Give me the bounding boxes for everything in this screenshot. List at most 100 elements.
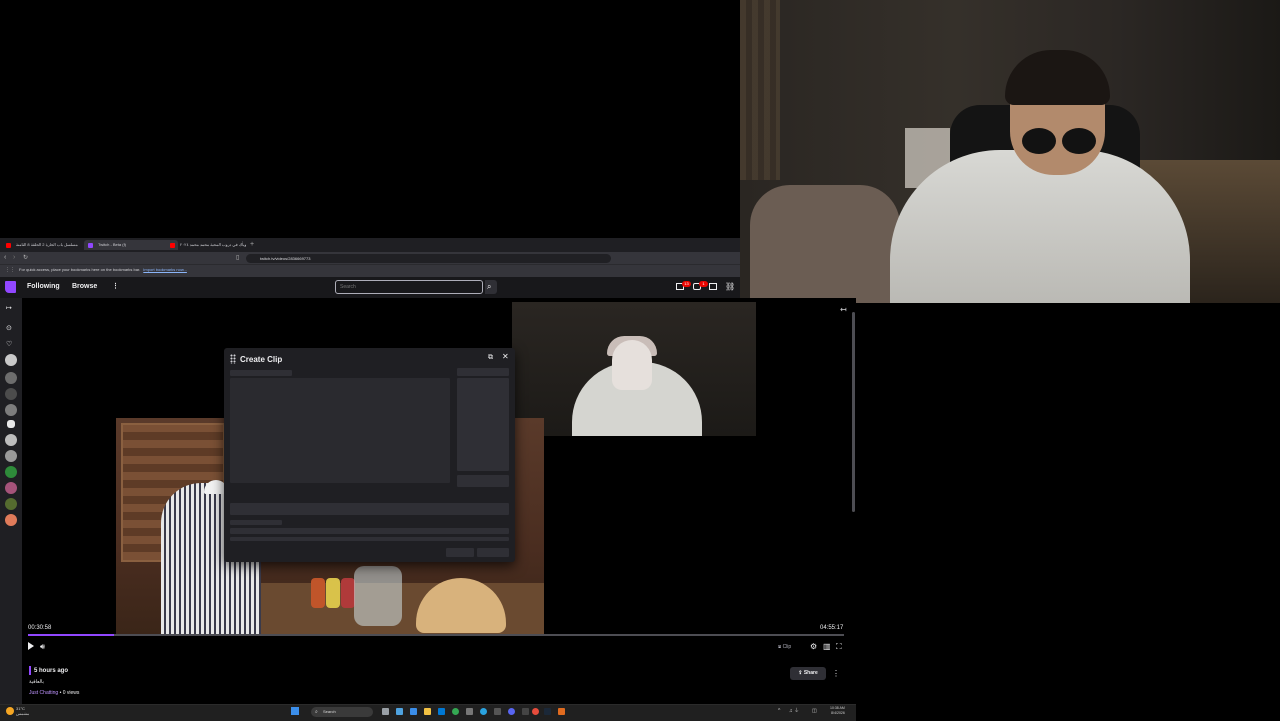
edge-icon[interactable] [410, 708, 417, 715]
app-icon[interactable] [438, 708, 445, 715]
twitch-logo-icon[interactable] [5, 281, 16, 293]
reload-icon[interactable]: ↻ [23, 253, 28, 263]
weather-widget[interactable]: 31°C مشمس [16, 706, 29, 716]
vod-webcam-face [612, 340, 652, 390]
chrome-icon[interactable] [452, 708, 459, 715]
theatre-mode-icon[interactable]: ▥ [823, 642, 831, 652]
browser-tab-strip: مسلسل باب الحارة 2 الحلقة 8 الثامنة Twit… [0, 238, 740, 252]
drag-handle-icon[interactable] [230, 354, 236, 364]
discord-icon[interactable] [508, 708, 515, 715]
heart-icon[interactable]: ♡ [6, 340, 12, 348]
seek-bar[interactable] [28, 634, 844, 636]
clip-button[interactable]: ⧈ Clip [778, 642, 791, 652]
video-camera-icon[interactable] [7, 420, 15, 428]
video-title: بالعافية [29, 679, 44, 685]
tray-icons[interactable]: ♫ ⏚ [789, 707, 799, 716]
channel-avatar[interactable] [5, 372, 17, 384]
youtube-icon [170, 243, 175, 248]
app-icon[interactable] [522, 708, 529, 715]
bookmarks-hint: For quick access, place your bookmarks h… [19, 267, 187, 272]
new-tab-button[interactable]: + [250, 238, 254, 252]
category-link[interactable]: Just Chatting [29, 690, 58, 696]
expand-rail-icon[interactable]: ↦ [6, 304, 12, 312]
telegram-icon[interactable] [480, 708, 487, 715]
import-bookmarks-link[interactable]: Import bookmarks now... [143, 267, 187, 272]
youtube-icon [6, 243, 11, 248]
search-input[interactable] [340, 281, 476, 293]
clip-title-field-placeholder [230, 503, 509, 515]
share-button[interactable]: ⇪ Share [790, 667, 826, 680]
search-icon: ⌕ [487, 282, 492, 291]
nav-more-icon[interactable]: ⋮ [112, 281, 119, 293]
clip-skeleton [446, 548, 474, 557]
streamer-webcam [740, 0, 1280, 303]
channel-avatar[interactable] [5, 498, 17, 510]
back-icon[interactable]: ‹ [4, 253, 6, 263]
whispers-icon[interactable] [709, 283, 717, 290]
nav-following[interactable]: Following [27, 281, 60, 293]
channel-avatar[interactable] [5, 404, 17, 416]
weather-icon[interactable] [6, 707, 14, 715]
browser-tab-1[interactable]: مسلسل باب الحارة 2 الحلقة 8 الثامنة [2, 240, 96, 250]
glass-jar [354, 566, 402, 626]
clip-preview-placeholder [230, 378, 450, 483]
search-box [335, 280, 483, 294]
task-view-icon[interactable] [382, 708, 389, 715]
volume-icon[interactable]: 🔊︎ [40, 642, 45, 652]
clip-skeleton [457, 368, 509, 376]
close-modal-button[interactable]: ✕ [502, 352, 509, 362]
notifications-icon[interactable]: 1 [693, 281, 708, 290]
browser-tab-2[interactable]: Twitch - Beta (f) × [84, 240, 178, 250]
app-icon[interactable] [396, 708, 403, 715]
tray-chevron-icon[interactable]: ^ [778, 707, 780, 716]
address-bar-url: twitch.tv/videos/2836669773 [260, 256, 311, 261]
channel-avatar[interactable] [5, 482, 17, 494]
avatar[interactable]: ⛓ [725, 281, 735, 293]
obs-icon[interactable] [532, 708, 539, 715]
channel-avatar[interactable] [5, 450, 17, 462]
recommended-icon[interactable]: ⊙ [6, 324, 12, 332]
brave-icon[interactable] [558, 708, 565, 715]
channel-avatar[interactable] [5, 434, 17, 446]
bottle [341, 578, 355, 608]
network-icon[interactable]: ◫ [812, 707, 817, 716]
video-info [22, 660, 856, 704]
channel-avatar[interactable] [5, 388, 17, 400]
bottle [326, 578, 340, 608]
more-options-icon[interactable]: ⋮ [832, 667, 840, 680]
play-button[interactable] [28, 642, 34, 650]
view-count: • 0 views [58, 690, 80, 696]
clip-skeleton [230, 370, 292, 376]
channel-avatar[interactable] [5, 514, 17, 526]
page-scrollbar[interactable] [852, 312, 855, 512]
clip-skeleton [457, 378, 509, 471]
search-button[interactable]: ⌕ [485, 280, 497, 294]
popout-icon[interactable]: ⧉ [488, 353, 493, 363]
create-clip-modal [224, 348, 515, 562]
app-icon[interactable] [494, 708, 501, 715]
channel-avatar[interactable] [5, 354, 17, 366]
sunglasses-left [1022, 128, 1056, 154]
inbox-icon[interactable]: 13 [676, 281, 691, 290]
bookmark-icon[interactable]: ▯ [236, 253, 239, 263]
current-time: 00:30:58 [28, 625, 52, 631]
collapse-chat-icon[interactable]: ↤ [840, 305, 847, 314]
fullscreen-icon[interactable]: ⛶ [836, 642, 842, 652]
browser-tab-3[interactable]: وبأك في دروب المحبة محمد محمد ٢٠٢٤ [166, 240, 260, 250]
modal-title: Create Clip [240, 355, 283, 364]
channel-avatar[interactable] [5, 466, 17, 478]
sunglasses-right [1062, 128, 1096, 154]
steam-icon[interactable] [544, 708, 551, 715]
taskbar-clock[interactable]: 10:38 AM 8/4/2026 [830, 706, 845, 716]
webcam-pillow [750, 185, 900, 303]
apps-icon[interactable]: ⋮⋮ [5, 266, 15, 274]
settings-gear-icon[interactable]: ⚙ [810, 642, 817, 652]
accent-bar [29, 666, 31, 675]
app-icon[interactable] [466, 708, 473, 715]
taskbar-search[interactable]: ⌕ Search [311, 707, 373, 717]
start-menu-icon[interactable] [291, 707, 299, 715]
posted-time: 5 hours ago [34, 668, 69, 674]
file-explorer-icon[interactable] [424, 708, 431, 715]
forward-icon[interactable]: › [13, 253, 15, 263]
nav-browse[interactable]: Browse [72, 281, 97, 293]
